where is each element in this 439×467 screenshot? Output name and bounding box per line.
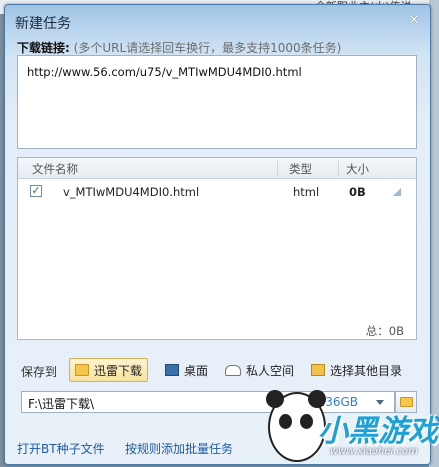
save-option-desktop[interactable]: 桌面 — [165, 358, 208, 382]
file-type: html — [293, 185, 320, 199]
folder-icon — [311, 364, 325, 376]
file-list-header: 文件名称 类型 大小 — [18, 158, 416, 179]
column-header-type[interactable]: 类型 — [289, 161, 312, 177]
save-option-private-space[interactable]: 私人空间 — [225, 358, 294, 382]
download-link-label: 下载链接: (多个URL请选择回车换行，最多支持1000条任务) — [17, 39, 341, 56]
file-row[interactable]: ✓ v_MTIwMDU4MDI0.html html 0B — [18, 179, 416, 205]
url-input[interactable]: http://www.56.com/u75/v_MTIwMDU4MDI0.htm… — [17, 55, 417, 149]
watermark-brand: 小黑游戏 — [318, 414, 438, 449]
file-size: 0B — [349, 185, 366, 199]
folder-icon — [75, 364, 89, 376]
save-option-xunlei-download[interactable]: 迅雷下载 — [69, 358, 149, 382]
save-path-value: F:\迅雷下载\ — [28, 397, 95, 411]
save-to-label: 保存到 — [21, 365, 58, 379]
batch-add-link[interactable]: 按规则添加批量任务 — [125, 440, 233, 457]
save-option-label: 桌面 — [184, 363, 209, 378]
desktop-icon — [165, 364, 179, 376]
panda-ear — [266, 390, 284, 408]
dialog-title: 新建任务 — [15, 16, 71, 32]
download-link-title: 下载链接: — [17, 41, 70, 55]
panda-eye — [279, 414, 292, 429]
watermark-site: www.xiaohei.com — [330, 446, 418, 457]
close-icon[interactable]: × — [406, 11, 422, 27]
panda-eye — [300, 414, 313, 429]
download-link-hint: (多个URL请选择回车换行，最多支持1000条任务) — [73, 41, 342, 55]
watermark-logo: 小黑游戏 www.xiaohei.com — [248, 386, 439, 467]
column-divider[interactable] — [277, 160, 278, 176]
file-name: v_MTIwMDU4MDI0.html — [63, 185, 200, 199]
total-size: 总：0B — [365, 324, 404, 338]
save-option-label: 选择其他目录 — [330, 363, 403, 378]
expand-triangle-icon[interactable] — [393, 188, 401, 196]
column-header-name[interactable]: 文件名称 — [32, 161, 78, 177]
cloud-icon — [225, 364, 241, 376]
save-option-label: 迅雷下载 — [94, 363, 143, 378]
save-option-choose-other[interactable]: 选择其他目录 — [311, 358, 402, 382]
url-value[interactable]: http://www.56.com/u75/v_MTIwMDU4MDI0.htm… — [27, 65, 302, 79]
column-divider[interactable] — [338, 160, 339, 176]
file-checkbox[interactable]: ✓ — [30, 185, 42, 197]
open-bt-link[interactable]: 打开BT种子文件 — [17, 440, 105, 457]
save-option-label: 私人空间 — [246, 363, 295, 378]
file-list: 文件名称 类型 大小 ✓ v_MTIwMDU4MDI0.html html 0B… — [17, 157, 417, 340]
column-header-size[interactable]: 大小 — [346, 161, 369, 177]
